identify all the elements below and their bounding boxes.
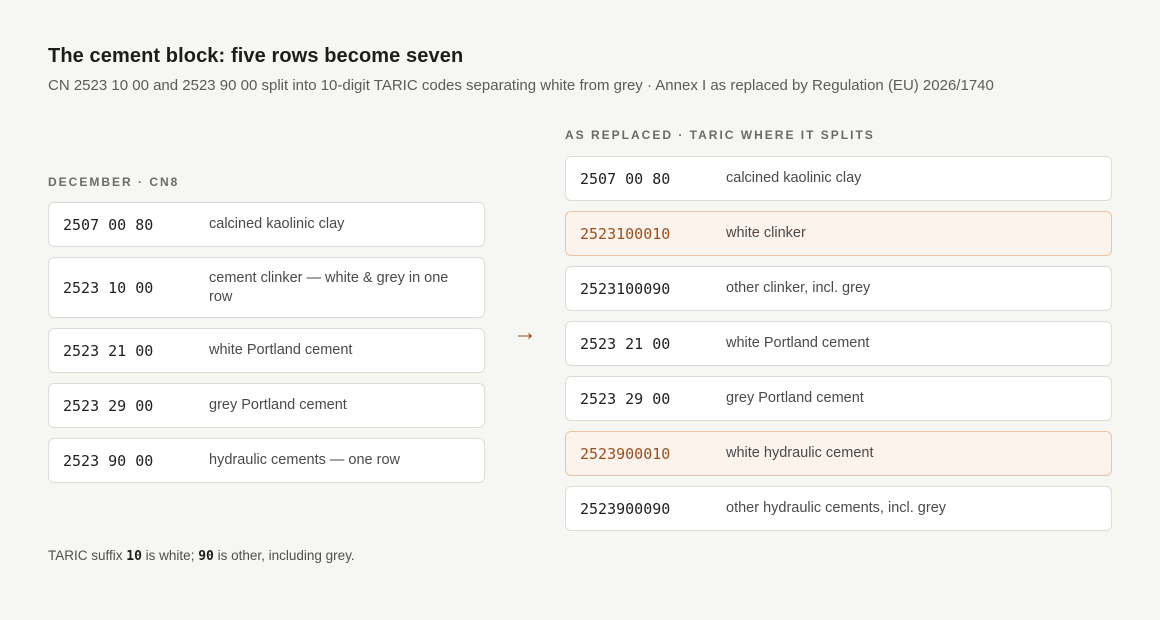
list-item: 2523 21 00 white Portland cement xyxy=(48,328,485,373)
code-description: hydraulic cements — one row xyxy=(209,452,400,468)
taric-code: 2523900090 xyxy=(580,499,671,518)
taric-code: 2523900010 xyxy=(580,444,671,463)
list-item-split: 2523100010 white clinker xyxy=(565,211,1112,256)
list-item: 2523 21 00 white Portland cement xyxy=(565,321,1112,366)
cn-code: 2523 10 00 xyxy=(63,278,154,297)
list-item: 2507 00 80 calcined kaolinic clay xyxy=(48,202,485,247)
list-item: 2523900090 other hydraulic cements, incl… xyxy=(565,486,1112,531)
footnote-middle: is white; xyxy=(141,548,199,563)
footnote-prefix: TARIC suffix xyxy=(48,548,127,563)
code-description: grey Portland cement xyxy=(209,397,347,413)
code-description: cement clinker — white & grey in one row xyxy=(209,269,449,305)
suffix-code-white: 10 xyxy=(126,549,142,564)
code-description: calcined kaolinic clay xyxy=(726,170,862,186)
taric-code: 2523100090 xyxy=(580,279,671,298)
arrow-right-icon: → xyxy=(513,319,537,346)
code-description: white Portland cement xyxy=(726,335,870,351)
suffix-code-other: 90 xyxy=(198,549,214,564)
footnote: TARIC suffix 10 is white; 90 is other, i… xyxy=(48,548,355,564)
december-cn8-label: DECEMBER · CN8 xyxy=(48,175,180,189)
code-description: other clinker, incl. grey xyxy=(726,280,871,296)
cn-code: 2523 21 00 xyxy=(63,341,154,360)
footnote-suffix: is other, including grey. xyxy=(213,548,355,563)
cn-code: 2523 90 00 xyxy=(63,451,154,470)
taric-code: 2523 29 00 xyxy=(580,389,671,408)
december-code-list: 2507 00 80 calcined kaolinic clay 2523 1… xyxy=(48,202,485,493)
list-item: 2523100090 other clinker, incl. grey xyxy=(565,266,1112,311)
code-description: other hydraulic cements, incl. grey xyxy=(726,500,947,516)
code-description: white hydraulic cement xyxy=(726,445,874,461)
replaced-code-list: 2507 00 80 calcined kaolinic clay 252310… xyxy=(565,156,1112,541)
code-description: grey Portland cement xyxy=(726,390,864,406)
list-item: 2507 00 80 calcined kaolinic clay xyxy=(565,156,1112,201)
as-replaced-taric-label: AS REPLACED · TARIC WHERE IT SPLITS xyxy=(565,128,875,142)
list-item: 2523 10 00 cement clinker — white & grey… xyxy=(48,257,485,318)
taric-code: 2507 00 80 xyxy=(580,169,671,188)
code-description: white Portland cement xyxy=(209,342,353,358)
page-subtitle: CN 2523 10 00 and 2523 90 00 split into … xyxy=(48,77,994,94)
code-description: white clinker xyxy=(726,225,806,241)
list-item: 2523 29 00 grey Portland cement xyxy=(565,376,1112,421)
cn-code: 2507 00 80 xyxy=(63,215,154,234)
cn-code: 2523 29 00 xyxy=(63,396,154,415)
taric-code: 2523100010 xyxy=(580,224,671,243)
list-item-split: 2523900010 white hydraulic cement xyxy=(565,431,1112,476)
code-description: calcined kaolinic clay xyxy=(209,216,345,232)
page-title: The cement block: five rows become seven xyxy=(48,45,464,67)
list-item: 2523 29 00 grey Portland cement xyxy=(48,383,485,428)
taric-code: 2523 21 00 xyxy=(580,334,671,353)
list-item: 2523 90 00 hydraulic cements — one row xyxy=(48,438,485,483)
